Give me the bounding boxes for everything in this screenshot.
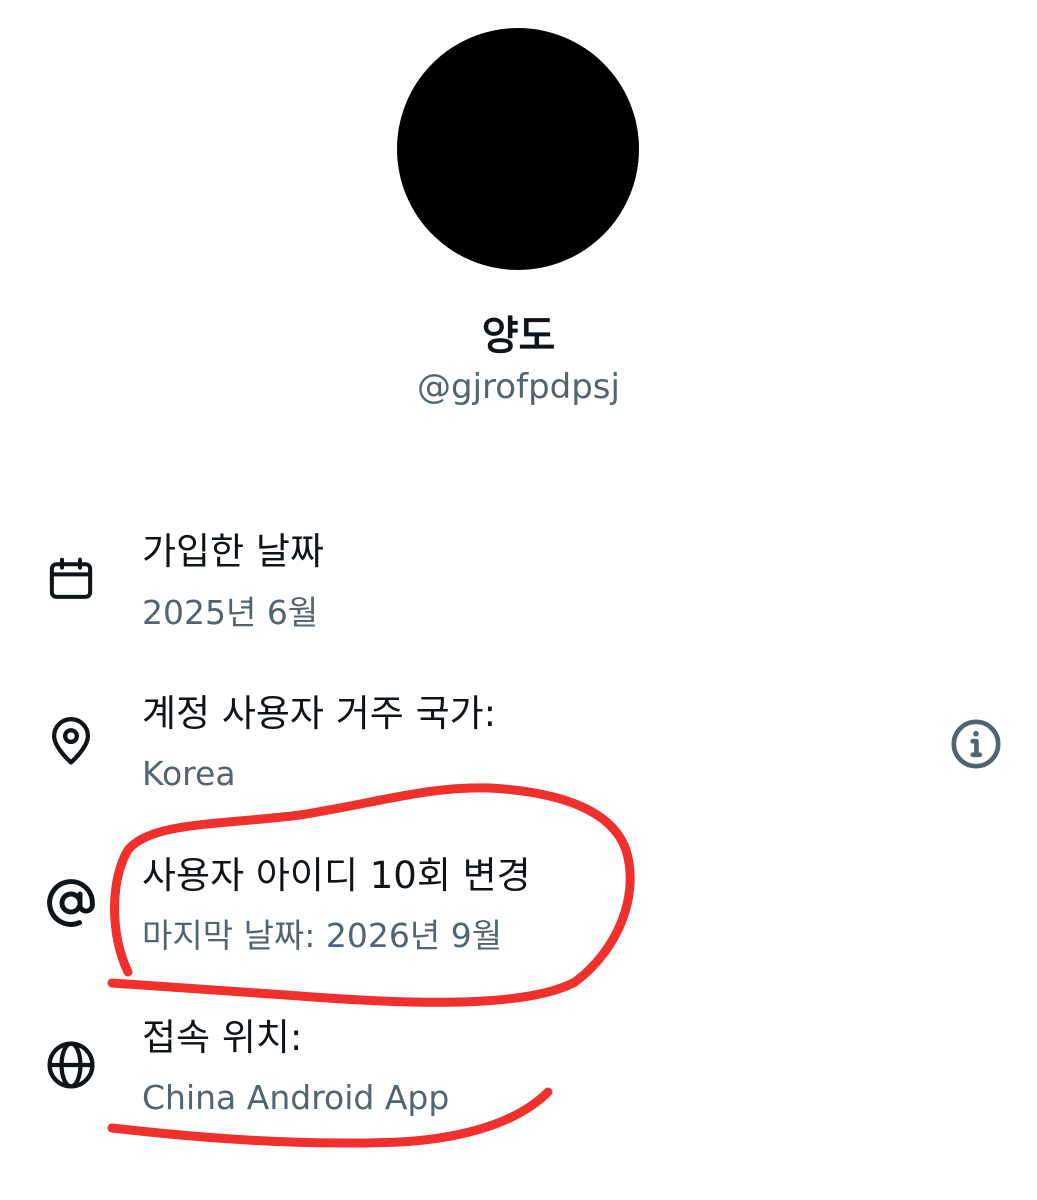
user-handle: @gjrofpdpsj [417,367,620,407]
country-label: 계정 사용자 거주 국가: [142,692,497,735]
joined-date-label: 가입한 날짜 [142,530,324,573]
username-last-changed-value: 마지막 날짜: 2026년 9월 [142,916,503,955]
at-sign-icon [44,876,98,930]
info-icon[interactable] [948,716,1004,772]
joined-date-value: 2025년 6월 [142,593,319,632]
avatar[interactable] [397,28,639,270]
location-pin-icon [44,714,98,768]
connected-via-value: China Android App [142,1078,450,1117]
globe-icon [44,1038,98,1092]
country-value: Korea [142,754,236,793]
display-name: 양도 [481,313,556,359]
username-changes-label: 사용자 아이디 10회 변경 [142,854,531,897]
calendar-icon [44,553,98,607]
connected-via-label: 접속 위치: [142,1016,303,1059]
